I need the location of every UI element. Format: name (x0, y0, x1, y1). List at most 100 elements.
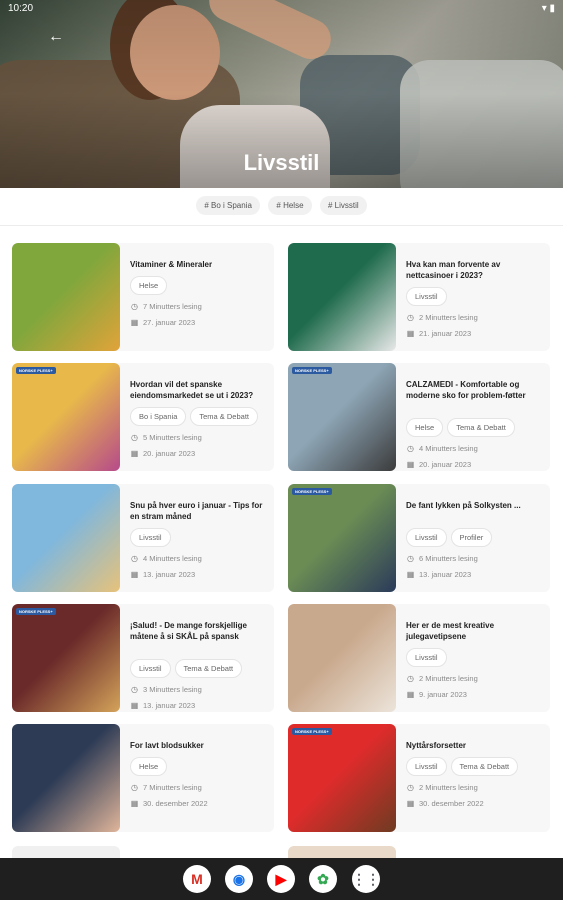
tag-pill[interactable]: Helse (130, 757, 168, 776)
article-tags: Livsstil Tema & Debatt (406, 756, 522, 776)
read-time-label: 6 Minutters lesing (419, 554, 478, 563)
article-title[interactable]: ¡Salud! - De mange forskjellige måtene å… (130, 620, 270, 642)
read-time: ◷ 4 Minutters lesing (406, 444, 478, 453)
card-peek-left (12, 846, 120, 858)
article-thumbnail[interactable] (12, 484, 120, 592)
tag-pill[interactable]: Livsstil (130, 528, 171, 547)
tag-pill[interactable]: Livsstil (130, 659, 171, 678)
publish-date-label: 9. januar 2023 (419, 690, 467, 699)
read-time-label: 5 Minutters lesing (143, 433, 202, 442)
publish-date-label: 27. januar 2023 (143, 318, 196, 327)
tag-pill[interactable]: Bo i Spania (130, 407, 187, 426)
article-thumbnail[interactable] (288, 604, 396, 712)
article-thumbnail[interactable]: NORSKE PLESS+ (12, 363, 120, 471)
article-thumbnail[interactable] (12, 724, 120, 832)
read-time-label: 2 Minutters lesing (419, 313, 478, 322)
chrome-icon[interactable]: ◉ (225, 865, 253, 893)
apps-icon[interactable]: ⋮⋮ (352, 865, 380, 893)
category-chips: # Bo i Spania # Helse # Livsstil (0, 195, 563, 215)
status-icons: ▾ ▮ (541, 3, 555, 14)
article-card[interactable]: Snu på hver euro i januar - Tips for en … (12, 484, 274, 592)
article-title[interactable]: Vitaminer & Mineraler (130, 259, 270, 270)
tag-pill[interactable]: Helse (130, 276, 168, 295)
publish-date: ▦ 20. januar 2023 (130, 449, 195, 458)
gmail-icon[interactable]: M (183, 865, 211, 893)
card-peek-right (288, 846, 396, 858)
publish-date-label: 20. januar 2023 (143, 449, 196, 458)
article-thumbnail[interactable]: NORSKE PLESS+ (288, 484, 396, 592)
article-thumbnail[interactable] (288, 243, 396, 351)
read-time-label: 7 Minutters lesing (143, 783, 202, 792)
clock-icon: ◷ (407, 783, 414, 792)
article-thumbnail[interactable]: NORSKE PLESS+ (12, 604, 120, 712)
tag-pill[interactable]: Tema & Debatt (447, 418, 515, 437)
publish-date: ▦ 13. januar 2023 (406, 570, 471, 579)
article-card[interactable]: NORSKE PLESS+ De fant lykken på Solkysten… (288, 484, 550, 592)
publish-date-label: 13. januar 2023 (143, 570, 196, 579)
article-card[interactable]: Vitaminer & Mineraler Helse ◷ 7 Minutters l… (12, 243, 274, 351)
article-card[interactable]: NORSKE PLESS+ ¡Salud! - De mange forskjel… (12, 604, 274, 712)
article-card[interactable]: NORSKE PLESS+ CALZAMEDI - Komfortable og … (288, 363, 550, 471)
read-time-label: 4 Minutters lesing (143, 554, 202, 563)
publish-date-label: 13. januar 2023 (143, 701, 196, 710)
read-time: ◷ 3 Minutters lesing (130, 685, 202, 694)
tag-pill[interactable]: Livsstil (406, 757, 447, 776)
article-title[interactable]: For lavt blodsukker (130, 740, 270, 751)
tag-pill[interactable]: Tema & Debatt (450, 757, 519, 776)
clock-icon: ◷ (407, 313, 414, 322)
tag-pill[interactable]: Tema & Debatt (190, 407, 258, 426)
calendar-icon: ▦ (130, 449, 139, 458)
divider (0, 225, 563, 226)
chip-helse[interactable]: # Helse (268, 196, 312, 215)
article-thumbnail[interactable] (12, 243, 120, 351)
clock-icon: ◷ (407, 674, 414, 683)
tag-pill[interactable]: Profiler (450, 528, 493, 547)
article-tags: Helse Tema & Debatt (406, 417, 519, 437)
tag-pill[interactable]: Tema & Debatt (174, 659, 243, 678)
publish-date: ▦ 27. januar 2023 (130, 318, 195, 327)
photos-icon[interactable]: ✿ (309, 865, 337, 893)
clock-icon: ◷ (131, 302, 138, 311)
page-title: Livsstil (243, 150, 320, 175)
publish-date: ▦ 30. desember 2022 (130, 799, 208, 808)
chip-bo-i-spania[interactable]: # Bo i Spania (196, 196, 260, 215)
article-title[interactable]: CALZAMEDI - Komfortable og moderne sko f… (406, 379, 546, 401)
article-title[interactable]: Her er de mest kreative julegavetipsene (406, 620, 546, 642)
status-time: 10:20 (8, 3, 34, 14)
tag-pill[interactable]: Livsstil (406, 528, 447, 547)
publish-date: ▦ 9. januar 2023 (406, 690, 467, 699)
article-title[interactable]: De fant lykken på Solkysten ... (406, 500, 546, 511)
publish-date-label: 20. januar 2023 (419, 460, 472, 469)
tag-pill[interactable]: Livsstil (406, 287, 447, 306)
article-thumbnail[interactable]: NORSKE PLESS+ (288, 363, 396, 471)
source-badge: NORSKE PLESS+ (16, 367, 56, 374)
hero-banner: 10:20 ▾ ▮ ← Livsstil (0, 0, 563, 188)
read-time: ◷ 2 Minutters lesing (406, 313, 478, 322)
read-time: ◷ 5 Minutters lesing (130, 433, 202, 442)
article-tags: Livsstil (406, 286, 451, 306)
publish-date: ▦ 13. januar 2023 (130, 570, 195, 579)
article-thumbnail[interactable]: NORSKE PLESS+ (288, 724, 396, 832)
source-badge: NORSKE PLESS+ (292, 488, 332, 495)
article-tags: Livsstil Profiler (406, 527, 496, 547)
article-title[interactable]: Hva kan man forvente av nettcasinoer i 2… (406, 259, 546, 281)
article-tags: Livsstil Tema & Debatt (130, 658, 246, 678)
article-title[interactable]: Snu på hver euro i januar - Tips for en … (130, 500, 270, 522)
tag-pill[interactable]: Livsstil (406, 648, 447, 667)
article-card[interactable]: Her er de mest kreative julegavetipsene L… (288, 604, 550, 712)
youtube-icon[interactable]: ▶ (267, 865, 295, 893)
source-badge: NORSKE PLESS+ (292, 728, 332, 735)
article-card[interactable]: NORSKE PLESS+ Hvordan vil det spanske eie… (12, 363, 274, 471)
back-arrow-icon[interactable]: ← (48, 28, 64, 46)
article-card[interactable]: For lavt blodsukker Helse ◷ 7 Minutters les… (12, 724, 274, 832)
tag-pill[interactable]: Helse (406, 418, 444, 437)
article-card[interactable]: Hva kan man forvente av nettcasinoer i 2… (288, 243, 550, 351)
publish-date: ▦ 21. januar 2023 (406, 329, 471, 338)
article-card[interactable]: NORSKE PLESS+ Nyttårsforsetter Livsstil Tem… (288, 724, 550, 832)
article-title[interactable]: Hvordan vil det spanske eiendomsmarkedet… (130, 379, 270, 401)
read-time-label: 3 Minutters lesing (143, 685, 202, 694)
chip-livsstil[interactable]: # Livsstil (319, 196, 367, 215)
clock-icon: ◷ (407, 554, 414, 563)
app-dock: M ◉ ▶ ✿ ⋮⋮ (0, 858, 563, 900)
article-title[interactable]: Nyttårsforsetter (406, 740, 546, 751)
